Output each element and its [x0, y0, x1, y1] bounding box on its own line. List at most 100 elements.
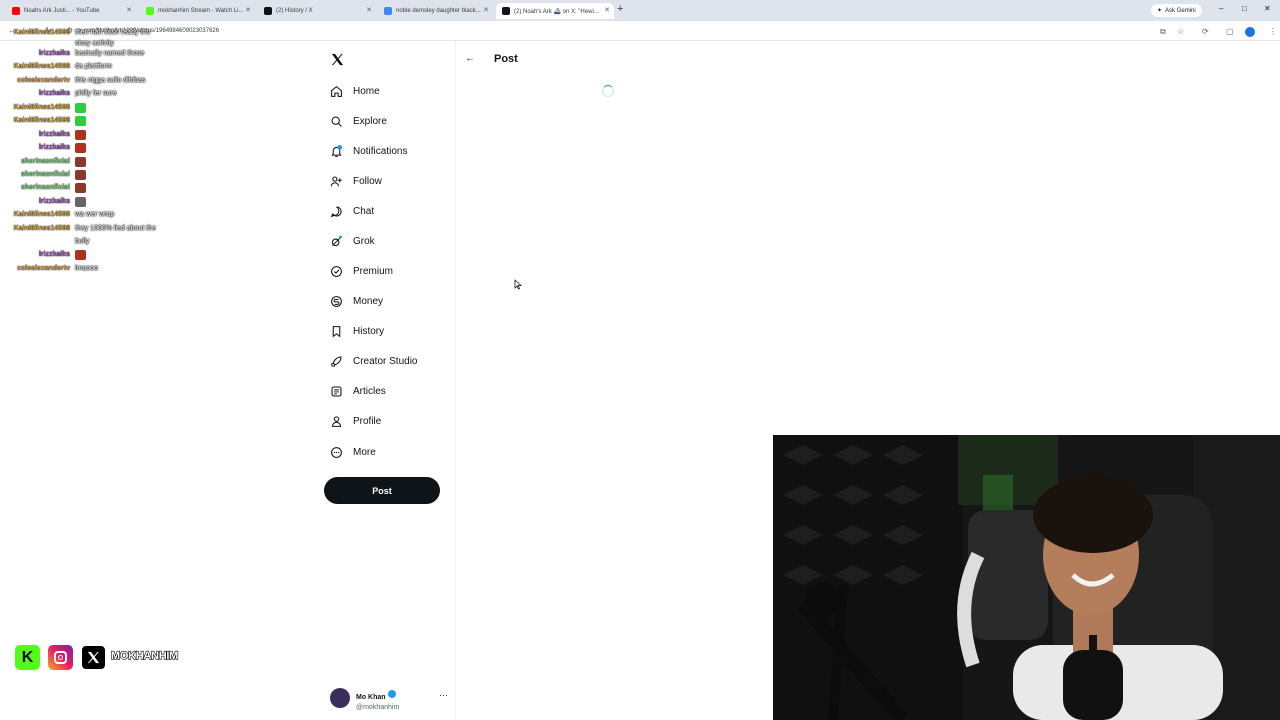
- account-switcher[interactable]: Mo Khan @mokhanhim: [330, 686, 399, 711]
- sidebar-item-label: History: [353, 325, 385, 337]
- close-window-icon[interactable]: ✕: [1264, 4, 1271, 13]
- home-icon: [330, 85, 343, 98]
- minimize-icon[interactable]: –: [1219, 4, 1223, 13]
- chat-emote-icon: [75, 156, 86, 167]
- post-button[interactable]: Post: [324, 477, 440, 504]
- chat-emote-icon: [75, 196, 86, 207]
- sidepanel-icon[interactable]: ▢: [1226, 27, 1234, 36]
- gemini-icon: ✦: [1157, 8, 1163, 14]
- chat-username: lrizzkaiks: [38, 50, 70, 57]
- tab-favicon-icon: [502, 7, 510, 15]
- chat-message: Kaini6lines14598: [0, 101, 220, 114]
- streamer-handle: MOKHANHIM: [110, 649, 178, 662]
- chat-message: lrizzkaiks: [0, 248, 220, 261]
- tab-close-icon[interactable]: ✕: [366, 6, 372, 14]
- browser-tab[interactable]: (2) History / X ✕: [258, 3, 376, 19]
- sidebar-item-grok[interactable]: Grok: [330, 231, 375, 251]
- loading-spinner-icon: [602, 85, 614, 97]
- sidebar-item-articles[interactable]: Articles: [330, 381, 386, 401]
- chat-emote-icon: [75, 142, 86, 153]
- menu-kebab-icon[interactable]: ⋮: [1269, 27, 1277, 36]
- chat-text: wa wer wrap: [75, 211, 115, 218]
- sidebar-item-chat[interactable]: Chat: [330, 201, 374, 221]
- chat-message: lrizzkaiks: [0, 141, 220, 154]
- tab-title: Noahs Ark Justi... - YouTube: [24, 8, 100, 14]
- browser-tab[interactable]: noble demsley daughter black... ✕: [378, 3, 493, 19]
- chat-message: lrizzkaiks: [0, 128, 220, 141]
- cast-icon[interactable]: ⧉: [1160, 27, 1166, 37]
- tab-close-icon[interactable]: ✕: [604, 6, 610, 14]
- articles-icon: [330, 385, 343, 398]
- chat-username: colealexandertv: [17, 77, 70, 84]
- chat-message: lrizzkaiks philly fer sure: [0, 87, 220, 100]
- sidebar-item-more[interactable]: More: [330, 442, 376, 462]
- sidebar-item-profile[interactable]: Profile: [330, 411, 381, 431]
- x-logo-icon[interactable]: [330, 52, 345, 67]
- sidebar-item-label: Profile: [353, 415, 382, 427]
- chat-message: sherinasnficial: [0, 181, 220, 194]
- webcam-feed: [773, 435, 1280, 720]
- chat-text: sissy activity: [75, 40, 114, 47]
- mouse-cursor-icon: [514, 279, 522, 290]
- chat-text: lmaooo: [75, 265, 98, 272]
- tab-close-icon[interactable]: ✕: [126, 6, 132, 14]
- chat-text: they 1000% lied about the: [75, 225, 156, 232]
- sidebar-item-explore[interactable]: Explore: [330, 111, 387, 131]
- sidebar-item-follow[interactable]: Follow: [330, 171, 382, 191]
- premium-icon: [330, 265, 343, 278]
- tab-title: mokhanhim Stream - Watch Li...: [158, 8, 244, 14]
- sidebar-item-label: Money: [353, 295, 384, 307]
- profile-avatar-icon[interactable]: [1245, 27, 1255, 37]
- grok-icon: [330, 235, 343, 248]
- chat-message: Kaini6lines14598 they 1000% lied about th…: [0, 222, 220, 235]
- sidebar-item-label: Follow: [353, 175, 382, 187]
- maximize-icon[interactable]: □: [1242, 4, 1247, 13]
- sidebar-item-label: Grok: [353, 235, 375, 247]
- page-title: Post: [494, 53, 518, 65]
- account-handle: @mokhanhim: [356, 703, 400, 711]
- chat-text: this nigga sullo dibibas: [75, 77, 146, 84]
- sidebar-item-label: Articles: [353, 385, 386, 397]
- chat-message: Kaini6lines14598 da plattform: [0, 60, 220, 73]
- browser-tab[interactable]: mokhanhim Stream - Watch Li... ✕: [140, 3, 255, 19]
- browser-tab[interactable]: Noahs Ark Justi... - YouTube ✕: [6, 3, 136, 19]
- tab-favicon-icon: [264, 7, 272, 15]
- x-social-logo-icon: [81, 645, 106, 670]
- extensions-icon[interactable]: ⟳: [1202, 27, 1209, 36]
- back-arrow-icon[interactable]: ←: [465, 53, 475, 64]
- sidebar-item-creator-studio[interactable]: Creator Studio: [330, 351, 417, 371]
- search-icon: [330, 115, 343, 128]
- tab-close-icon[interactable]: ✕: [245, 6, 251, 14]
- sidebar-item-label: Notifications: [353, 145, 408, 157]
- ask-gemini-button[interactable]: ✦ Ask Gemini: [1151, 4, 1202, 17]
- sidebar-item-home[interactable]: Home: [330, 81, 380, 101]
- chat-message: sherinasnficial: [0, 168, 220, 181]
- chat-username: Kaini6lines14598: [13, 117, 70, 124]
- ask-gemini-label: Ask Gemini: [1165, 7, 1196, 14]
- chat-text: basically named those: [75, 50, 145, 57]
- chat-message: sherinasnficial: [0, 155, 220, 168]
- tab-close-icon[interactable]: ✕: [483, 6, 489, 14]
- sidebar-item-money[interactable]: Money: [330, 291, 383, 311]
- chat-username: lrizzkaiks: [38, 131, 70, 138]
- account-text: Mo Khan @mokhanhim: [356, 686, 399, 711]
- chat-emote-icon: [75, 169, 86, 180]
- bookmark-star-icon[interactable]: ☆: [1177, 27, 1184, 36]
- browser-tab[interactable]: (2) Noah's Ark 🚢 on X: "Hewi... ✕: [496, 3, 614, 19]
- sidebar-item-notifications[interactable]: Notifications: [330, 141, 407, 161]
- chat-text: bully: [75, 238, 90, 245]
- new-tab-button[interactable]: +: [617, 3, 623, 15]
- sidebar-item-label: Premium: [353, 265, 394, 277]
- account-more-icon[interactable]: ···: [439, 690, 448, 700]
- chat-text: philly fer sure: [75, 90, 117, 97]
- tab-title: noble demsley daughter black...: [396, 8, 481, 14]
- sidebar-item-premium[interactable]: Premium: [330, 261, 393, 281]
- chat-username: sherinasnficial: [20, 184, 70, 191]
- chat-text: then nah flosh ready tho: [75, 29, 151, 36]
- chat-username: sherinasnficial: [20, 158, 70, 165]
- sidebar-item-label: Explore: [353, 115, 387, 127]
- sidebar-item-history[interactable]: History: [330, 321, 384, 341]
- chat-username: Kaini6lines14598: [13, 63, 70, 70]
- money-icon: [330, 295, 343, 308]
- sidebar-item-label: Creator Studio: [353, 355, 418, 367]
